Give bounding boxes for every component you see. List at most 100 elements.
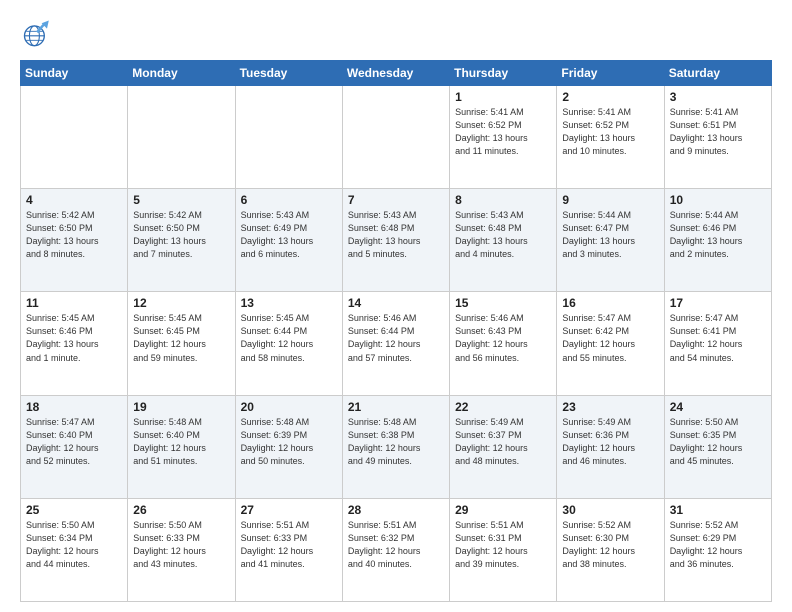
day-number: 17 (670, 296, 766, 310)
calendar-cell-5-7: 31Sunrise: 5:52 AM Sunset: 6:29 PM Dayli… (664, 498, 771, 601)
calendar-week-1: 1 Sunrise: 5:41 AM Sunset: 6:52 PM Daylig… (21, 86, 772, 189)
calendar-cell-3-7: 17 Sunrise: 5:47 AM Sunset: 6:41 PM Dayli… (664, 292, 771, 395)
day-number: 11 (26, 296, 122, 310)
day-info: Sunrise: 5:43 AM Sunset: 6:49 PM Dayligh… (241, 209, 337, 261)
calendar-cell-2-6: 9Sunrise: 5:44 AM Sunset: 6:47 PM Daylig… (557, 189, 664, 292)
calendar-cell-5-4: 28 Sunrise: 5:51 AM Sunset: 6:32 PM Dayli… (342, 498, 449, 601)
day-info: Sunrise: 5:42 AM Sunset: 6:50 PM Dayligh… (133, 209, 229, 261)
day-number: 6 (241, 193, 337, 207)
day-info: Sunrise: 5:46 AM Sunset: 6:43 PM Dayligh… (455, 312, 551, 364)
calendar-cell-1-7: 3 Sunrise: 5:41 AM Sunset: 6:51 PM Daylig… (664, 86, 771, 189)
calendar-cell-1-2 (128, 86, 235, 189)
day-info: Sunrise: 5:48 AM Sunset: 6:38 PM Dayligh… (348, 416, 444, 468)
calendar-cell-2-4: 7 Sunrise: 5:43 AM Sunset: 6:48 PM Daylig… (342, 189, 449, 292)
day-info: Sunrise: 5:41 AM Sunset: 6:52 PM Dayligh… (455, 106, 551, 158)
calendar-cell-4-1: 18Sunrise: 5:47 AM Sunset: 6:40 PM Dayli… (21, 395, 128, 498)
day-number: 22 (455, 400, 551, 414)
day-number: 8 (455, 193, 551, 207)
calendar-cell-2-3: 6 Sunrise: 5:43 AM Sunset: 6:49 PM Daylig… (235, 189, 342, 292)
day-number: 15 (455, 296, 551, 310)
day-info: Sunrise: 5:43 AM Sunset: 6:48 PM Dayligh… (348, 209, 444, 261)
calendar-cell-3-2: 12 Sunrise: 5:45 AM Sunset: 6:45 PM Dayli… (128, 292, 235, 395)
day-info: Sunrise: 5:46 AM Sunset: 6:44 PM Dayligh… (348, 312, 444, 364)
calendar-header-tuesday: Tuesday (235, 61, 342, 86)
calendar-cell-2-7: 10 Sunrise: 5:44 AM Sunset: 6:46 PM Dayli… (664, 189, 771, 292)
day-number: 10 (670, 193, 766, 207)
calendar-cell-4-2: 19Sunrise: 5:48 AM Sunset: 6:40 PM Dayli… (128, 395, 235, 498)
day-info: Sunrise: 5:49 AM Sunset: 6:37 PM Dayligh… (455, 416, 551, 468)
day-number: 14 (348, 296, 444, 310)
day-number: 26 (133, 503, 229, 517)
day-number: 18 (26, 400, 122, 414)
day-info: Sunrise: 5:44 AM Sunset: 6:46 PM Dayligh… (670, 209, 766, 261)
calendar-cell-3-6: 16 Sunrise: 5:47 AM Sunset: 6:42 PM Dayli… (557, 292, 664, 395)
day-info: Sunrise: 5:50 AM Sunset: 6:33 PM Dayligh… (133, 519, 229, 571)
day-info: Sunrise: 5:50 AM Sunset: 6:35 PM Dayligh… (670, 416, 766, 468)
day-number: 2 (562, 90, 658, 104)
day-info: Sunrise: 5:48 AM Sunset: 6:39 PM Dayligh… (241, 416, 337, 468)
calendar-cell-1-1 (21, 86, 128, 189)
day-number: 24 (670, 400, 766, 414)
day-info: Sunrise: 5:47 AM Sunset: 6:42 PM Dayligh… (562, 312, 658, 364)
day-number: 16 (562, 296, 658, 310)
day-number: 1 (455, 90, 551, 104)
calendar-cell-1-3 (235, 86, 342, 189)
calendar-cell-5-5: 29 Sunrise: 5:51 AM Sunset: 6:31 PM Dayli… (450, 498, 557, 601)
day-info: Sunrise: 5:49 AM Sunset: 6:36 PM Dayligh… (562, 416, 658, 468)
day-info: Sunrise: 5:48 AM Sunset: 6:40 PM Dayligh… (133, 416, 229, 468)
calendar-week-5: 25 Sunrise: 5:50 AM Sunset: 6:34 PM Dayli… (21, 498, 772, 601)
calendar-header-saturday: Saturday (664, 61, 771, 86)
day-number: 3 (670, 90, 766, 104)
day-info: Sunrise: 5:51 AM Sunset: 6:33 PM Dayligh… (241, 519, 337, 571)
day-number: 12 (133, 296, 229, 310)
day-info: Sunrise: 5:42 AM Sunset: 6:50 PM Dayligh… (26, 209, 122, 261)
day-number: 21 (348, 400, 444, 414)
day-info: Sunrise: 5:41 AM Sunset: 6:51 PM Dayligh… (670, 106, 766, 158)
calendar-cell-2-1: 4 Sunrise: 5:42 AM Sunset: 6:50 PM Daylig… (21, 189, 128, 292)
calendar-header-sunday: Sunday (21, 61, 128, 86)
header (20, 16, 772, 52)
calendar-cell-1-6: 2 Sunrise: 5:41 AM Sunset: 6:52 PM Daylig… (557, 86, 664, 189)
day-number: 25 (26, 503, 122, 517)
day-info: Sunrise: 5:52 AM Sunset: 6:30 PM Dayligh… (562, 519, 658, 571)
day-info: Sunrise: 5:45 AM Sunset: 6:44 PM Dayligh… (241, 312, 337, 364)
day-number: 29 (455, 503, 551, 517)
day-number: 13 (241, 296, 337, 310)
day-info: Sunrise: 5:41 AM Sunset: 6:52 PM Dayligh… (562, 106, 658, 158)
day-number: 23 (562, 400, 658, 414)
day-info: Sunrise: 5:43 AM Sunset: 6:48 PM Dayligh… (455, 209, 551, 261)
calendar-cell-1-5: 1 Sunrise: 5:41 AM Sunset: 6:52 PM Daylig… (450, 86, 557, 189)
calendar-cell-1-4 (342, 86, 449, 189)
day-info: Sunrise: 5:51 AM Sunset: 6:32 PM Dayligh… (348, 519, 444, 571)
day-info: Sunrise: 5:50 AM Sunset: 6:34 PM Dayligh… (26, 519, 122, 571)
day-number: 31 (670, 503, 766, 517)
day-info: Sunrise: 5:51 AM Sunset: 6:31 PM Dayligh… (455, 519, 551, 571)
calendar-cell-4-3: 20Sunrise: 5:48 AM Sunset: 6:39 PM Dayli… (235, 395, 342, 498)
calendar-table: SundayMondayTuesdayWednesdayThursdayFrid… (20, 60, 772, 602)
calendar-cell-2-5: 8 Sunrise: 5:43 AM Sunset: 6:48 PM Daylig… (450, 189, 557, 292)
calendar-cell-5-3: 27Sunrise: 5:51 AM Sunset: 6:33 PM Dayli… (235, 498, 342, 601)
calendar-header-monday: Monday (128, 61, 235, 86)
day-number: 4 (26, 193, 122, 207)
day-info: Sunrise: 5:47 AM Sunset: 6:41 PM Dayligh… (670, 312, 766, 364)
calendar-cell-4-5: 22 Sunrise: 5:49 AM Sunset: 6:37 PM Dayli… (450, 395, 557, 498)
calendar-cell-5-6: 30 Sunrise: 5:52 AM Sunset: 6:30 PM Dayli… (557, 498, 664, 601)
day-number: 28 (348, 503, 444, 517)
calendar-header-friday: Friday (557, 61, 664, 86)
day-number: 30 (562, 503, 658, 517)
calendar-week-2: 4 Sunrise: 5:42 AM Sunset: 6:50 PM Daylig… (21, 189, 772, 292)
day-info: Sunrise: 5:45 AM Sunset: 6:45 PM Dayligh… (133, 312, 229, 364)
calendar-cell-2-2: 5 Sunrise: 5:42 AM Sunset: 6:50 PM Daylig… (128, 189, 235, 292)
calendar-header-row: SundayMondayTuesdayWednesdayThursdayFrid… (21, 61, 772, 86)
calendar-cell-3-4: 14 Sunrise: 5:46 AM Sunset: 6:44 PM Dayli… (342, 292, 449, 395)
calendar-cell-5-2: 26 Sunrise: 5:50 AM Sunset: 6:33 PM Dayli… (128, 498, 235, 601)
day-info: Sunrise: 5:45 AM Sunset: 6:46 PM Dayligh… (26, 312, 122, 364)
logo (20, 16, 62, 52)
calendar-cell-4-7: 24 Sunrise: 5:50 AM Sunset: 6:35 PM Dayli… (664, 395, 771, 498)
day-info: Sunrise: 5:44 AM Sunset: 6:47 PM Dayligh… (562, 209, 658, 261)
calendar-week-4: 18Sunrise: 5:47 AM Sunset: 6:40 PM Dayli… (21, 395, 772, 498)
day-number: 5 (133, 193, 229, 207)
calendar-cell-4-6: 23 Sunrise: 5:49 AM Sunset: 6:36 PM Dayli… (557, 395, 664, 498)
calendar-cell-3-3: 13 Sunrise: 5:45 AM Sunset: 6:44 PM Dayli… (235, 292, 342, 395)
day-number: 7 (348, 193, 444, 207)
